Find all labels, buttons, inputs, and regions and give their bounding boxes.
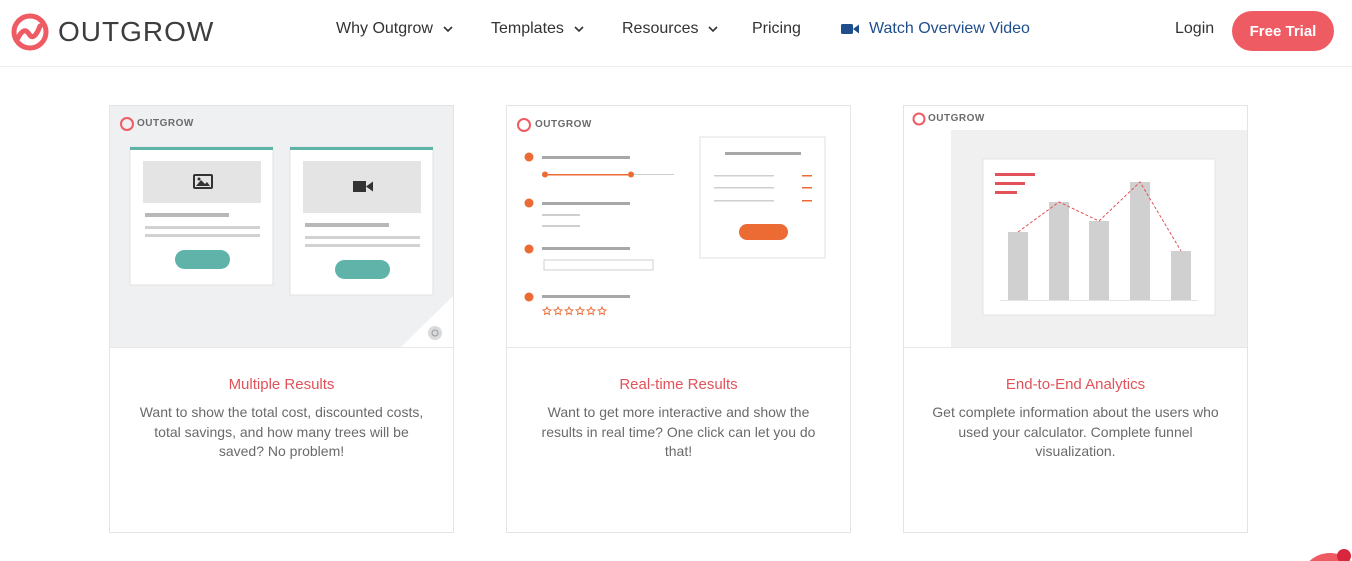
card-title: Multiple Results: [228, 376, 335, 393]
feature-card-realtime-results: OUTGROW Real-time Results Want to get mo…: [506, 105, 851, 533]
watch-video-label: Watch Overview Video: [869, 20, 1030, 37]
multiple-results-graphic: [110, 106, 453, 347]
nav-pricing-label: Pricing: [752, 20, 801, 37]
card-title: Real-time Results: [619, 376, 738, 393]
outgrow-logo[interactable]: OUTGROW: [10, 12, 214, 52]
feature-card-multiple-results: OUTGROW Multiple Results Want to show th…: [109, 105, 454, 533]
realtime-results-graphic: [507, 106, 850, 347]
video-camera-icon: [841, 24, 859, 34]
watch-video-link[interactable]: Watch Overview Video: [841, 20, 1030, 38]
mini-logo-text: OUTGROW: [137, 118, 194, 129]
mini-logo-text: OUTGROW: [928, 113, 985, 124]
nav-templates-label: Templates: [491, 20, 564, 37]
chat-notification-badge: [1337, 549, 1351, 561]
realtime-results-illustration: OUTGROW: [507, 106, 850, 348]
analytics-graphic: [904, 106, 1247, 347]
mini-logo-text: OUTGROW: [535, 119, 592, 130]
card-description: Get complete information about the users…: [932, 404, 1219, 459]
nav-resources-label: Resources: [622, 20, 699, 37]
nav-resources[interactable]: Resources: [622, 20, 719, 38]
nav-why-outgrow[interactable]: Why Outgrow: [336, 20, 453, 38]
card-description: Want to show the total cost, discounted …: [139, 404, 424, 459]
feature-card-analytics: OUTGROW End-to-End Analytics Get complet…: [903, 105, 1248, 533]
free-trial-button[interactable]: Free Trial: [1232, 11, 1334, 51]
analytics-illustration: OUTGROW: [904, 106, 1247, 348]
multiple-results-illustration: OUTGROW: [110, 106, 453, 348]
chevron-down-icon: [574, 25, 584, 32]
site-header: OUTGROW Why Outgrow Templates Resources …: [0, 0, 1352, 67]
chevron-down-icon: [708, 25, 719, 32]
card-title: End-to-End Analytics: [1005, 376, 1146, 393]
nav-templates[interactable]: Templates: [491, 20, 584, 38]
nav-pricing[interactable]: Pricing: [752, 20, 801, 38]
outgrow-logo-text: OUTGROW: [58, 16, 215, 47]
login-link[interactable]: Login: [1175, 20, 1214, 38]
nav-why-outgrow-label: Why Outgrow: [336, 20, 433, 37]
chevron-down-icon: [443, 25, 453, 32]
card-description: Want to get more interactive and show th…: [541, 404, 816, 459]
outgrow-logo-icon: [11, 13, 49, 51]
